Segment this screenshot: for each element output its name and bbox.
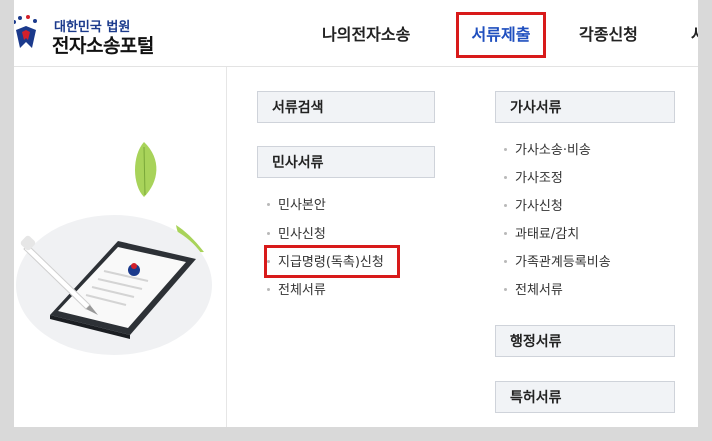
bullet-icon — [504, 288, 507, 291]
menu-search-docs[interactable]: 서류검색 — [257, 91, 435, 123]
nav-next-item[interactable]: 사 — [691, 12, 698, 58]
menu-civil-docs[interactable]: 민사서류 — [257, 146, 435, 178]
nav-my-litigation[interactable]: 나의전자소송 — [322, 12, 410, 58]
list-item-label: 가족관계등록비송 — [515, 255, 611, 270]
civil-item-application[interactable]: 민사신청 — [267, 225, 326, 245]
court-emblem-icon — [14, 15, 37, 48]
menu-illustration — [14, 67, 227, 427]
payment-order-highlight — [264, 245, 400, 278]
civil-item-main[interactable]: 민사본안 — [267, 196, 326, 216]
list-item-label: 가사신청 — [515, 199, 563, 214]
bullet-icon — [504, 176, 507, 179]
menu-admin-docs[interactable]: 행정서류 — [495, 325, 675, 357]
bullet-icon — [504, 148, 507, 151]
menu-family-docs[interactable]: 가사서류 — [495, 91, 675, 123]
list-item-label: 과태료/감치 — [515, 227, 580, 242]
list-item-label: 전체서류 — [278, 283, 326, 298]
nav-various-applications[interactable]: 각종신청 — [579, 12, 638, 58]
menu-patent-docs[interactable]: 특허서류 — [495, 381, 675, 413]
list-item-label: 민사신청 — [278, 227, 326, 242]
family-item-litigation[interactable]: 가사소송·비송 — [504, 141, 591, 161]
family-item-registration[interactable]: 가족관계등록비송 — [504, 253, 611, 273]
family-item-fine[interactable]: 과태료/감치 — [504, 225, 579, 245]
bullet-icon — [267, 232, 270, 235]
page: 대한민국 법원 전자소송포털 나의전자소송 서류제출 각종신청 사 — [14, 0, 698, 427]
list-item-label: 전체서류 — [515, 283, 563, 298]
family-item-all[interactable]: 전체서류 — [504, 281, 563, 301]
logo-title: 전자소송포털 — [52, 35, 154, 57]
bullet-icon — [504, 204, 507, 207]
bullet-icon — [504, 260, 507, 263]
header: 대한민국 법원 전자소송포털 나의전자소송 서류제출 각종신청 사 — [14, 0, 698, 67]
tablet-illustration — [16, 142, 212, 355]
family-item-application[interactable]: 가사신청 — [504, 197, 563, 217]
family-item-mediation[interactable]: 가사조정 — [504, 169, 563, 189]
bullet-icon — [267, 288, 270, 291]
bullet-icon — [267, 203, 270, 206]
list-item-label: 민사본안 — [278, 198, 326, 213]
nav-submit-documents[interactable]: 서류제출 — [456, 12, 546, 58]
civil-item-all[interactable]: 전체서류 — [267, 281, 326, 301]
list-item-label: 가사소송·비송 — [515, 143, 591, 158]
bullet-icon — [504, 232, 507, 235]
list-item-label: 가사조정 — [515, 171, 563, 186]
court-logo[interactable]: 대한민국 법원 전자소송포털 — [14, 8, 194, 58]
